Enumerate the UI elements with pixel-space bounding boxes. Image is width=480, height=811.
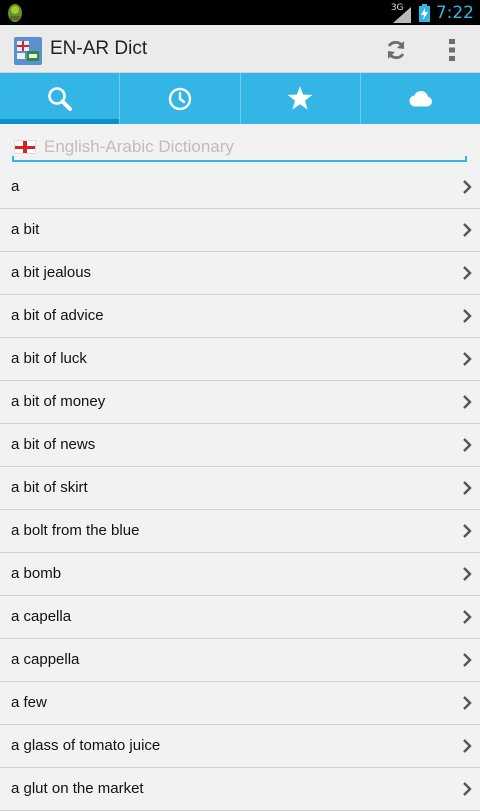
list-item-label: a bit (11, 221, 40, 238)
list-item[interactable]: a bit of luck (0, 338, 480, 381)
search-icon (47, 86, 72, 111)
chevron-right-icon (463, 223, 472, 237)
favorites-star-icon (287, 86, 313, 110)
app-logo-icon (14, 37, 42, 65)
list-item[interactable]: a bomb (0, 553, 480, 596)
signal-icon: 3G (391, 3, 413, 23)
chevron-right-icon (463, 653, 472, 667)
list-item-label: a bolt from the blue (11, 522, 140, 539)
app-title: EN-AR Dict (50, 38, 148, 59)
list-item[interactable]: a capella (0, 596, 480, 639)
search-underline (12, 156, 467, 162)
chevron-right-icon (463, 696, 472, 710)
chevron-right-icon (463, 524, 472, 538)
chevron-right-icon (463, 395, 472, 409)
chevron-right-icon (463, 266, 472, 280)
list-item[interactable]: a bit (0, 209, 480, 252)
list-item-label: a glass of tomato juice (11, 737, 161, 754)
chevron-right-icon (463, 438, 472, 452)
list-item-label: a bit jealous (11, 264, 92, 281)
list-item[interactable]: a bit of advice (0, 295, 480, 338)
list-item-label: a bit of skirt (11, 479, 88, 496)
action-bar: EN-AR Dict (0, 25, 480, 73)
list-item[interactable]: a glass of tomato juice (0, 725, 480, 768)
list-item[interactable]: a bit jealous (0, 252, 480, 295)
list-item-label: a bit of luck (11, 350, 87, 367)
tab-search[interactable] (0, 73, 120, 124)
list-item[interactable]: a bit of news (0, 424, 480, 467)
english-flag-icon (14, 140, 36, 154)
list-item[interactable]: a bolt from the blue (0, 510, 480, 553)
overflow-menu-button[interactable] (436, 35, 468, 65)
chevron-right-icon (463, 481, 472, 495)
tab-history[interactable] (119, 73, 239, 124)
list-item[interactable]: a (0, 166, 480, 209)
list-item-label: a bit of money (11, 393, 106, 410)
chevron-right-icon (463, 739, 472, 753)
chevron-right-icon (463, 309, 472, 323)
battery-charging-icon (418, 3, 430, 22)
list-item-label: a glut on the market (11, 780, 144, 797)
tab-bar (0, 73, 480, 124)
android-notification-icon (8, 4, 22, 22)
overflow-menu-icon (449, 39, 455, 61)
refresh-icon (387, 40, 405, 60)
search-input[interactable] (44, 134, 459, 160)
list-item-label: a bomb (11, 565, 62, 582)
list-item-label: a bit of news (11, 436, 96, 453)
list-item-label: a cappella (11, 651, 80, 668)
refresh-button[interactable] (378, 35, 414, 65)
word-list: a a bit a bit jealous a bit of advice a bit … (0, 166, 480, 811)
list-item[interactable]: a bit of money (0, 381, 480, 424)
clock-time: 7:22 (435, 2, 474, 23)
list-item[interactable]: a bit of skirt (0, 467, 480, 510)
tab-favorites[interactable] (239, 73, 360, 124)
cloud-icon (409, 90, 433, 106)
chevron-right-icon (463, 567, 472, 581)
list-item[interactable]: a few (0, 682, 480, 725)
tab-cloud[interactable] (359, 73, 480, 124)
history-clock-icon (168, 87, 192, 110)
chevron-right-icon (463, 610, 472, 624)
list-item-label: a capella (11, 608, 72, 625)
chevron-right-icon (463, 352, 472, 366)
chevron-right-icon (463, 782, 472, 796)
list-item[interactable]: a glut on the market (0, 768, 480, 811)
list-item-label: a few (11, 694, 47, 711)
chevron-right-icon (463, 180, 472, 194)
status-bar: 3G 7:22 (0, 0, 480, 25)
list-item[interactable]: a cappella (0, 639, 480, 682)
list-item-label: a (11, 178, 20, 195)
list-item-label: a bit of advice (11, 307, 104, 324)
